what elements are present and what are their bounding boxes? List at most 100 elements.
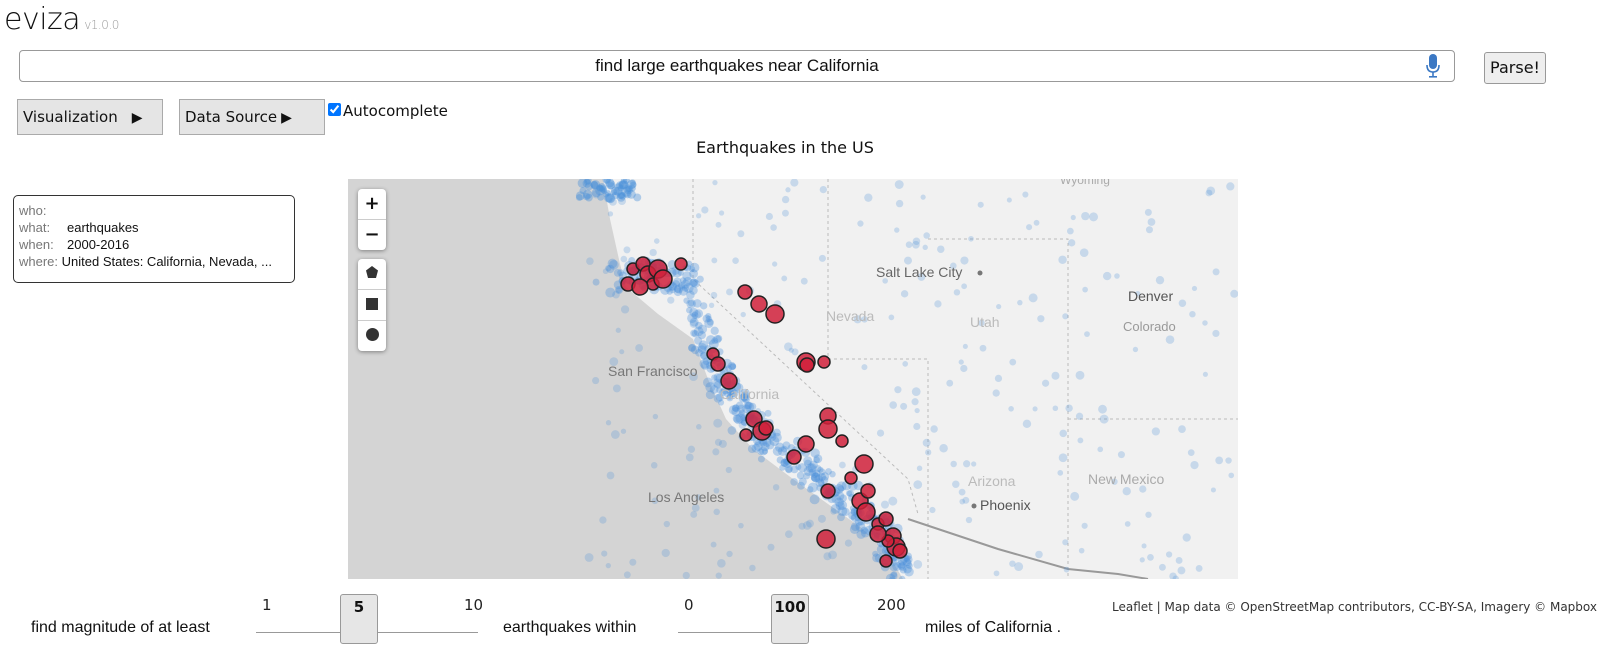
query-input[interactable]: find large earthquakes near California	[19, 50, 1455, 82]
earthquake-point	[837, 513, 845, 522]
earthquake-point	[726, 288, 733, 296]
large-earthquake-point	[750, 295, 768, 313]
large-earthquake-point	[878, 511, 894, 527]
draw-circle-button[interactable]	[358, 321, 386, 351]
data-source-button[interactable]: Data Source ▶	[179, 99, 325, 135]
earthquake-point	[939, 443, 948, 453]
large-earthquake-point	[854, 454, 874, 474]
earthquake-map[interactable]: Wyoming Salt Lake City Denver Nevada Utah Col…	[348, 179, 1238, 579]
earthquake-point	[710, 326, 719, 335]
autocomplete-checkbox[interactable]	[328, 103, 341, 116]
microphone-icon[interactable]	[1426, 54, 1440, 78]
draw-rectangle-button[interactable]	[358, 290, 386, 321]
earthquake-point	[701, 206, 709, 214]
zoom-in-button[interactable]: +	[358, 189, 386, 220]
earthquake-point	[696, 424, 702, 430]
earthquake-point	[725, 466, 732, 474]
earthquake-point	[592, 278, 600, 286]
earthquake-point	[757, 455, 765, 463]
earthquake-point	[619, 349, 625, 355]
autocomplete-toggle[interactable]: Autocomplete	[328, 102, 448, 120]
earthquake-point	[623, 571, 631, 579]
earthquake-point	[1215, 456, 1224, 465]
earthquake-point	[958, 488, 966, 496]
earthquake-point	[749, 564, 756, 572]
earthquake-point	[992, 389, 1000, 397]
earthquake-point	[912, 237, 921, 246]
earthquake-point	[911, 398, 919, 406]
earthquake-point	[649, 248, 657, 257]
magnitude-min: 1	[262, 596, 272, 614]
earthquake-point	[1226, 182, 1235, 191]
earthquake-point	[695, 213, 702, 219]
draw-polygon-button[interactable]	[358, 259, 386, 290]
earthquake-point	[1028, 293, 1038, 303]
earthquake-point	[688, 265, 696, 273]
earthquake-point	[652, 413, 659, 420]
large-earthquake-point	[765, 304, 785, 324]
chart-title: Earthquakes in the US	[696, 138, 874, 157]
parse-button[interactable]: Parse!	[1484, 52, 1546, 84]
earthquake-point	[685, 453, 694, 462]
earthquake-point	[697, 324, 708, 334]
earthquake-point	[607, 211, 614, 217]
earthquake-point	[1225, 457, 1232, 464]
map-canvas[interactable]: Wyoming Salt Lake City Denver Nevada Utah Col…	[348, 179, 1238, 579]
large-earthquake-point	[869, 525, 887, 543]
earthquake-point	[1132, 346, 1139, 353]
earthquake-point	[953, 289, 961, 296]
earthquake-point	[864, 193, 873, 202]
earthquake-point	[1063, 566, 1070, 573]
earthquake-point	[602, 268, 609, 275]
earthquake-point	[605, 420, 612, 426]
map-label: Los Angeles	[648, 489, 724, 505]
distance-slider-thumb[interactable]: 100	[771, 594, 809, 644]
map-attribution[interactable]: Leaflet | Map data © OpenStreetMap contr…	[1112, 600, 1597, 614]
earthquake-point	[902, 361, 909, 367]
magnitude-slider-thumb[interactable]: 5	[340, 594, 378, 644]
play-arrow-icon: ▶	[281, 110, 292, 126]
earthquake-point	[1178, 425, 1186, 433]
earthquake-point	[1158, 563, 1166, 571]
earthquake-point	[1017, 299, 1023, 306]
earthquake-point	[806, 519, 814, 528]
large-earthquake-point	[844, 471, 858, 485]
earthquake-point	[735, 401, 744, 410]
earthquake-point	[961, 283, 968, 290]
earthquake-point	[765, 212, 773, 221]
earthquake-point	[1210, 487, 1216, 493]
earthquake-point	[1032, 406, 1038, 412]
earthquake-point	[788, 347, 794, 353]
play-arrow-icon: ▶	[131, 110, 143, 126]
map-label: Salt Lake City	[876, 264, 962, 280]
earthquake-point	[913, 422, 921, 431]
earthquake-point	[1058, 255, 1067, 265]
earthquake-point	[1022, 191, 1029, 198]
earthquake-point	[817, 514, 826, 523]
earthquake-point	[965, 516, 973, 524]
map-label: New Mexico	[1088, 471, 1164, 487]
earthquake-point	[1062, 313, 1069, 320]
earthquake-point	[828, 550, 837, 560]
earthquake-point	[582, 192, 591, 201]
earthquake-point	[1098, 404, 1107, 414]
earthquake-point	[599, 516, 607, 524]
earthquake-point	[711, 257, 718, 264]
visualization-button[interactable]: Visualization ▶	[17, 99, 163, 135]
earthquake-point	[890, 571, 898, 578]
zoom-out-button[interactable]: −	[358, 220, 386, 250]
earthquake-point	[1035, 550, 1043, 559]
earthquake-point	[809, 494, 820, 505]
large-earthquake-point	[820, 483, 836, 499]
map-label: Nevada	[826, 308, 874, 324]
earthquake-point	[784, 530, 793, 539]
earthquake-point	[1122, 487, 1131, 496]
distance-prefix: earthquakes within	[503, 619, 637, 636]
earthquake-point	[737, 230, 745, 238]
country-border	[907, 518, 1149, 579]
earthquake-point	[894, 180, 904, 189]
earthquake-point	[590, 180, 599, 189]
earthquake-point	[686, 290, 695, 300]
earthquake-point	[994, 374, 1003, 383]
earthquake-point	[808, 468, 817, 477]
